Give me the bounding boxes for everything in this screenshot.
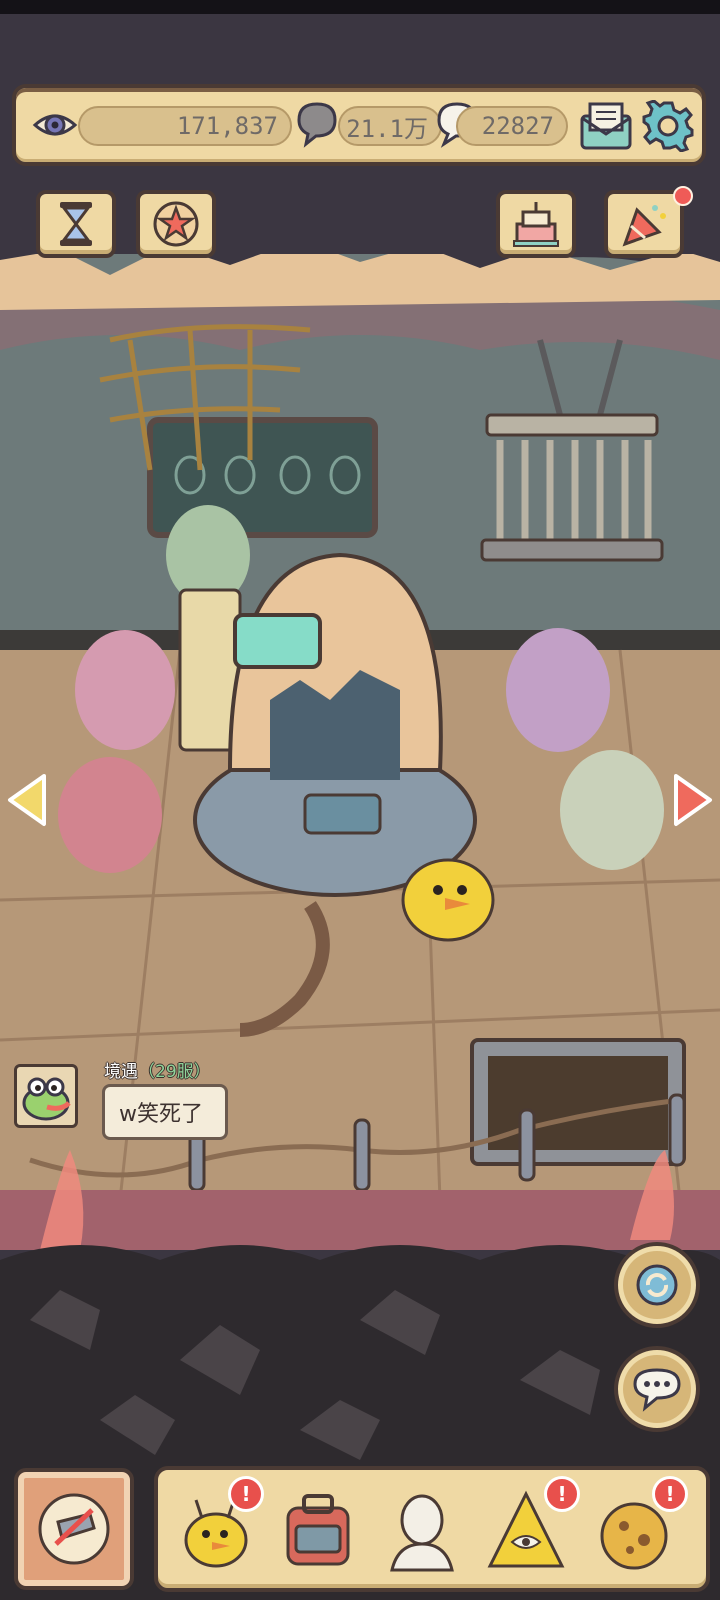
server-tag: （29服） [138,1062,211,1082]
nav-backpack[interactable] [274,1482,362,1578]
refresh-button[interactable] [614,1242,700,1328]
cake-icon [513,202,559,247]
lab-home-icon [38,1493,110,1565]
refresh-icon [636,1264,678,1306]
cake-button[interactable] [496,190,576,258]
mail-icon[interactable] [578,100,634,152]
notification-dot [673,186,693,206]
home-button[interactable] [14,1468,134,1590]
gear-icon[interactable] [642,100,694,152]
chat-icon [633,1368,681,1412]
arrow-left-icon[interactable] [4,770,50,830]
chat-button[interactable] [614,1346,700,1432]
player-avatar[interactable] [14,1064,78,1128]
party-popper-icon [622,205,666,247]
player-name: 境遇 [104,1062,138,1082]
status-bar [0,0,720,14]
chat-bubble: w笑死了 [102,1084,228,1140]
hourglass-button[interactable] [36,190,116,258]
arrow-right-icon[interactable] [670,770,716,830]
chat-sender: 境遇（29服） [104,1057,211,1082]
eye-count: 171,837 [78,106,292,146]
nav-pyramid-alert: ! [544,1476,580,1512]
nav-bust[interactable] [378,1482,466,1578]
frog-avatar-icon [22,1077,71,1121]
eye-icon [32,114,78,136]
party-button[interactable] [604,190,684,258]
speech-bubble-icon [297,102,337,148]
nav-cookie-alert: ! [652,1476,688,1512]
hourglass-icon [60,202,92,246]
star-button[interactable] [136,190,216,258]
bubble-count: 21.1万 [338,106,442,146]
nav-creatures-alert: ! [228,1476,264,1512]
chat-message: w笑死了 [119,1102,203,1127]
star-icon [153,201,199,247]
resource-bar: 171,837 21.1万 22827 [12,84,706,166]
message-count: 22827 [456,106,568,146]
